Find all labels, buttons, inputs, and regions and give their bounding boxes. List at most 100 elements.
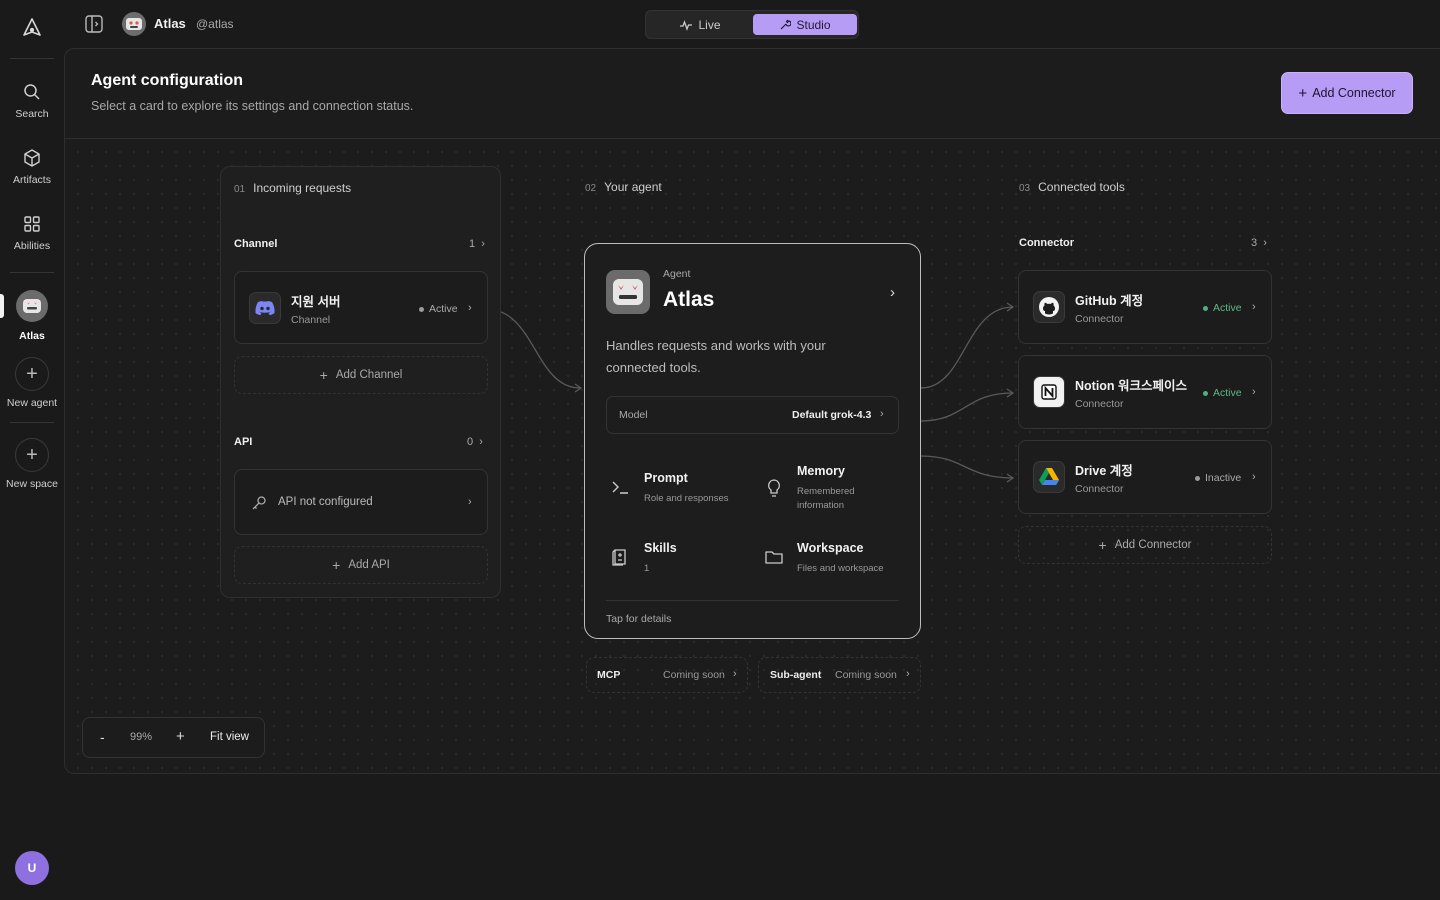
plus-icon: + [1098,537,1107,553]
github-icon [1033,291,1065,323]
status-dot [1203,305,1208,311]
sidebar-toggle-icon[interactable] [84,14,104,34]
feature-sub: Files and workspace [797,563,884,574]
add-channel-button[interactable]: + Add Channel [234,356,488,394]
chevron-right-icon: › [1252,471,1256,483]
api-count[interactable]: 0 › [467,436,483,448]
tab-label: Studio [796,17,831,32]
column-title: Connected tools [1038,180,1125,194]
feature-name: Skills [644,541,677,555]
connector-name: Notion 워크스페이스 [1075,379,1188,393]
channel-card[interactable]: 지원 서버 Channel Active › [234,271,488,344]
connector-name: Drive 계정 [1075,464,1133,478]
status-badge: Active [1203,387,1242,399]
add-connector-inline-button[interactable]: + Add Connector [1018,526,1272,564]
status-text: Active [429,303,458,315]
column-title: Incoming requests [253,181,352,195]
add-connector-button[interactable]: + Add Connector [1281,72,1413,114]
model-value: Default grok-4.3 [792,409,872,421]
model-label: Model [619,409,648,421]
flow-canvas[interactable]: 01 Incoming requests Channel 1 › 지원 서버 Ch… [65,139,1440,775]
agent-avatar [606,270,650,314]
section-title-channel: Channel [234,238,278,250]
pill-name: Sub-agent [770,669,822,681]
rail-label: New space [6,478,58,490]
status-text: Inactive [1205,472,1242,484]
robot-avatar-icon [613,279,643,305]
status-dot [1203,390,1208,396]
feature-sub: 1 [644,563,650,574]
user-avatar[interactable]: U [15,851,49,885]
channel-type: Channel [291,314,331,326]
pulse-icon [680,19,693,31]
api-empty-text: API not configured [278,496,373,508]
chevron-right-icon: › [906,668,910,680]
section-title-connector: Connector [1019,237,1074,249]
agent-name: Atlas [154,16,186,31]
button-label: Add Connector [1114,539,1192,551]
app-logo-icon[interactable] [20,17,44,41]
status-text: Active [1213,302,1242,314]
pill-status: Coming soon [663,669,725,681]
rail-divider [10,272,54,273]
cube-icon [24,149,40,167]
rail-item-abilities[interactable]: Abilities [0,214,64,252]
chevron-right-icon: › [733,668,737,680]
plus-icon: + [15,357,49,391]
rail-item-atlas[interactable]: Atlas [0,290,64,342]
feature-name: Prompt [644,471,688,485]
button-label: Add API [348,559,390,571]
status-badge: Active [419,303,458,315]
tab-live[interactable]: Live [648,14,752,35]
key-icon [252,496,266,510]
folder-icon [765,551,783,564]
connector-card-github[interactable]: GitHub 계정 Connector Active › [1018,270,1272,344]
chevron-right-icon[interactable]: › [890,284,895,301]
bulb-icon [768,479,780,497]
zoom-in-button[interactable]: + [176,728,185,745]
button-label: Add Channel [335,369,403,381]
rail-divider [10,58,54,59]
left-rail: Search Artifacts Abilities Atlas + New a… [0,0,64,900]
channel-count[interactable]: 1 › [469,238,485,250]
sub-agent-pill[interactable]: Sub-agent Coming soon › [758,657,921,693]
add-api-button[interactable]: + Add API [234,546,488,584]
rail-label: Atlas [19,330,45,342]
button-label: Add Connector [1312,86,1396,100]
rail-item-new-agent[interactable]: + New agent [0,357,64,409]
agent-card[interactable]: Agent Atlas › Handles requests and works… [584,243,921,639]
config-panel: Agent configuration Select a card to exp… [64,48,1440,775]
fit-view-button[interactable]: Fit view [210,731,249,743]
incoming-requests-group: 01 Incoming requests Channel 1 › 지원 서버 Ch… [220,166,501,598]
mcp-pill[interactable]: MCP Coming soon › [586,657,748,693]
feature-name: Workspace [797,541,864,555]
agent-description: Handles requests and works with your con… [606,338,826,375]
connector-card-notion[interactable]: Notion 워크스페이스 Connector Active › [1018,355,1272,429]
column-number: 03 [1019,183,1031,194]
rail-item-new-space[interactable]: + New space [0,438,64,490]
column-header: 02 Your agent [585,180,662,194]
plus-icon: + [15,438,49,472]
status-dot [1195,475,1200,481]
api-card[interactable]: API not configured › [234,469,488,535]
column-title: Your agent [604,180,662,194]
connector-count[interactable]: 3 › [1251,237,1267,249]
pill-name: MCP [597,669,621,681]
pill-status: Coming soon [835,669,897,681]
rail-label: Artifacts [13,174,51,186]
connector-type: Connector [1075,398,1124,410]
connector-card-drive[interactable]: Drive 계정 Connector Inactive › [1018,440,1272,514]
column-number: 01 [234,184,246,195]
discord-icon [249,292,281,324]
rail-item-artifacts[interactable]: Artifacts [0,148,64,186]
page-title: Agent configuration [91,72,243,89]
robot-avatar-icon [126,18,142,30]
rail-label: Abilities [13,240,51,252]
chevron-right-icon: › [1252,301,1256,313]
tab-studio[interactable]: Studio [753,14,857,35]
model-selector[interactable]: Model Default grok-4.3 › [606,396,899,434]
chevron-right-icon: › [468,496,472,508]
rail-item-search[interactable]: Search [0,82,64,120]
feature-sub: Role and responses [644,493,729,504]
zoom-out-button[interactable]: - [100,729,105,745]
